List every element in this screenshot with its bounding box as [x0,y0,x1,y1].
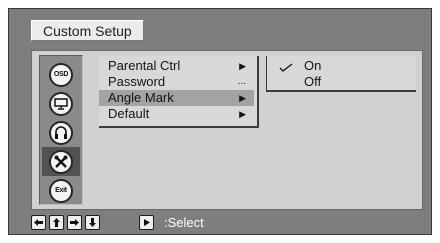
setup-menu: Parental Ctrl ▶ Password ... Angle Mark … [99,56,259,128]
exit-icon-label: Exit [55,187,67,194]
status-bar: :Select [31,215,423,231]
menu-item-default[interactable]: Default ▶ [99,106,254,122]
submenu-arrow-icon: ▶ [239,109,246,119]
submenu-arrow-icon: ▶ [239,61,246,71]
submenu-option-label: Off [304,74,322,89]
menu-item-angle-mark[interactable]: Angle Mark ▶ [99,90,254,106]
setup-panel: OSD Exit Parental Ctrl ▶ Password ... An… [31,50,423,210]
submenu-option-off[interactable]: Off [267,74,412,90]
monitor-icon [49,91,73,116]
down-arrow-key-icon [85,215,100,230]
osd-disc-icon: OSD [49,62,73,87]
menu-item-label: Angle Mark [108,90,174,105]
sidebar-item-custom-setup[interactable] [42,147,80,176]
right-arrow-key-icon [67,215,82,230]
menu-item-password[interactable]: Password ... [99,74,254,90]
osd-icon-label: OSD [53,71,69,78]
tools-icon [49,149,73,174]
up-arrow-key-icon [49,215,64,230]
status-hint: :Select [164,215,204,230]
sidebar-item-audio[interactable] [42,118,80,147]
headphones-icon [49,120,73,145]
left-arrow-key-icon [31,215,46,230]
menu-item-label: Default [108,106,150,121]
exit-icon: Exit [49,178,73,203]
category-sidebar: OSD Exit [39,55,83,205]
menu-item-label: Parental Ctrl [108,58,181,73]
angle-mark-submenu: On Off [266,56,416,92]
menu-item-label: Password [108,74,166,89]
page-title: Custom Setup [31,20,144,41]
sidebar-item-exit[interactable]: Exit [42,176,80,205]
sidebar-item-osd[interactable]: OSD [42,60,80,89]
submenu-option-label: On [304,58,322,73]
ellipsis-icon: ... [237,76,246,87]
submenu-arrow-icon: ▶ [239,93,246,103]
menu-item-parental-ctrl[interactable]: Parental Ctrl ▶ [99,58,254,74]
play-key-icon [139,215,154,230]
submenu-option-on[interactable]: On [267,58,412,74]
osd-screen: Custom Setup OSD Exit Parental Ctrl ▶ Pa… [8,8,432,235]
sidebar-item-display[interactable] [42,89,80,118]
